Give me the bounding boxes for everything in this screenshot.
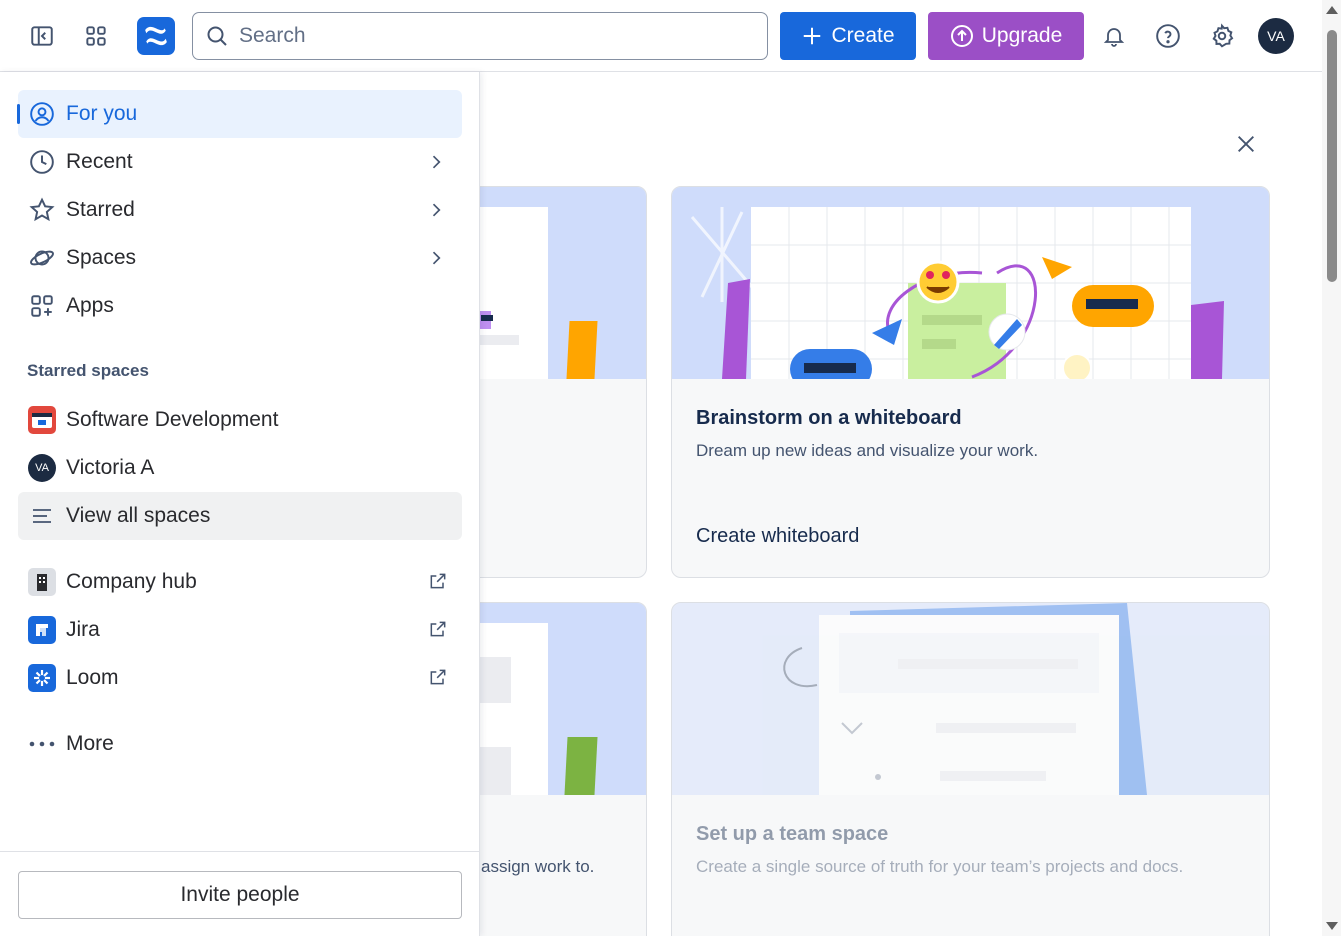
scroll-down-arrow-icon[interactable] xyxy=(1326,922,1338,930)
brainstorm-whiteboard-card[interactable]: Brainstorm on a whiteboard Dream up new … xyxy=(671,186,1270,578)
sidebar-toggle-icon[interactable] xyxy=(24,18,60,54)
sidebar-item-label: More xyxy=(66,732,114,755)
sidebar: For you Recent Starred Spaces Apps Starr… xyxy=(0,72,480,936)
user-avatar: VA xyxy=(18,444,66,492)
chevron-right-icon[interactable] xyxy=(426,200,446,220)
sidebar-item-for-you[interactable]: For you xyxy=(17,90,462,138)
scroll-up-arrow-icon[interactable] xyxy=(1326,6,1338,14)
sidebar-link-jira[interactable]: Jira xyxy=(18,606,462,654)
apps-icon xyxy=(18,282,66,330)
sidebar-item-label: Company hub xyxy=(66,570,197,593)
help-icon[interactable] xyxy=(1150,18,1186,54)
team-space-illustration xyxy=(672,603,1269,795)
sidebar-item-recent[interactable]: Recent xyxy=(18,138,462,186)
card-description: Dream up new ideas and visualize your wo… xyxy=(696,441,1039,460)
planet-icon xyxy=(18,234,66,282)
confluence-logo-icon[interactable] xyxy=(137,17,175,55)
create-whiteboard-link[interactable]: Create whiteboard xyxy=(696,525,859,548)
chevron-right-icon[interactable] xyxy=(426,248,446,268)
card-title: Set up a team space xyxy=(696,823,889,845)
avatar-initials: VA xyxy=(28,454,56,482)
top-navigation-bar: Create Upgrade VA xyxy=(0,0,1322,72)
main-content: Brainstorm on a whiteboard Dream up new … xyxy=(480,72,1322,936)
card-description: Create a single source of truth for your… xyxy=(696,857,1184,876)
sidebar-link-company-hub[interactable]: Company hub xyxy=(18,558,462,606)
starred-space-victoria-a[interactable]: VA Victoria A xyxy=(18,444,462,492)
view-all-spaces[interactable]: View all spaces xyxy=(18,492,462,540)
search-field[interactable] xyxy=(192,12,768,60)
avatar-initials: VA xyxy=(1267,28,1285,44)
upgrade-label: Upgrade xyxy=(981,24,1063,47)
sidebar-item-more[interactable]: More xyxy=(18,720,462,768)
calendar-space-icon xyxy=(18,396,66,444)
card-illustration xyxy=(480,187,646,379)
create-label: Create xyxy=(831,24,895,47)
external-link-icon xyxy=(430,573,446,589)
sidebar-item-label: For you xyxy=(66,102,138,125)
template-card-left-bottom[interactable]: assign work to. xyxy=(480,602,647,936)
star-icon xyxy=(18,186,66,234)
clock-icon xyxy=(18,138,66,186)
sidebar-link-loom[interactable]: Loom xyxy=(18,654,462,702)
building-icon xyxy=(18,558,66,606)
search-icon xyxy=(207,26,227,46)
sidebar-item-label: Spaces xyxy=(66,246,137,269)
whiteboard-illustration xyxy=(672,187,1269,379)
plus-icon xyxy=(804,27,821,45)
sidebar-item-label: Loom xyxy=(66,666,119,689)
sidebar-item-label: View all spaces xyxy=(66,504,211,527)
upgrade-button[interactable]: Upgrade xyxy=(928,12,1084,60)
template-card-left-top[interactable] xyxy=(480,186,647,578)
app-switcher-icon[interactable] xyxy=(78,18,114,54)
starred-space-software-development[interactable]: Software Development xyxy=(18,396,462,444)
sidebar-item-label: Apps xyxy=(66,294,114,317)
chevron-right-icon[interactable] xyxy=(426,152,446,172)
create-button[interactable]: Create xyxy=(780,12,916,60)
sidebar-footer: Invite people xyxy=(0,851,480,936)
search-input[interactable] xyxy=(239,24,739,48)
close-icon[interactable] xyxy=(1230,128,1262,160)
external-link-icon xyxy=(430,669,446,685)
card-illustration xyxy=(480,603,646,795)
sidebar-item-starred[interactable]: Starred xyxy=(18,186,462,234)
loom-icon xyxy=(18,654,66,702)
external-link-icon xyxy=(430,621,446,637)
active-indicator xyxy=(17,104,20,124)
invite-people-button[interactable]: Invite people xyxy=(18,871,462,919)
sidebar-item-label: Software Development xyxy=(66,408,279,431)
starred-spaces-heading: Starred spaces xyxy=(27,361,149,380)
user-circle-icon xyxy=(18,90,66,138)
sidebar-item-label: Recent xyxy=(66,150,133,173)
sidebar-item-label: Jira xyxy=(66,618,100,641)
card-title: Brainstorm on a whiteboard xyxy=(696,407,962,429)
more-dots-icon xyxy=(18,720,66,768)
sidebar-item-apps[interactable]: Apps xyxy=(18,282,462,330)
scrollbar-thumb[interactable] xyxy=(1327,30,1337,282)
sidebar-item-label: Victoria A xyxy=(66,456,155,479)
user-avatar[interactable]: VA xyxy=(1258,18,1294,54)
page-scrollbar[interactable] xyxy=(1322,0,1341,936)
list-icon xyxy=(18,492,66,540)
upgrade-icon xyxy=(950,25,973,47)
jira-icon xyxy=(18,606,66,654)
sidebar-item-spaces[interactable]: Spaces xyxy=(18,234,462,282)
notifications-bell-icon[interactable] xyxy=(1096,18,1132,54)
sidebar-item-label: Starred xyxy=(66,198,135,221)
settings-gear-icon[interactable] xyxy=(1204,18,1240,54)
card-description-partial: assign work to. xyxy=(481,857,595,876)
team-space-card[interactable]: Set up a team space Create a single sour… xyxy=(671,602,1270,936)
